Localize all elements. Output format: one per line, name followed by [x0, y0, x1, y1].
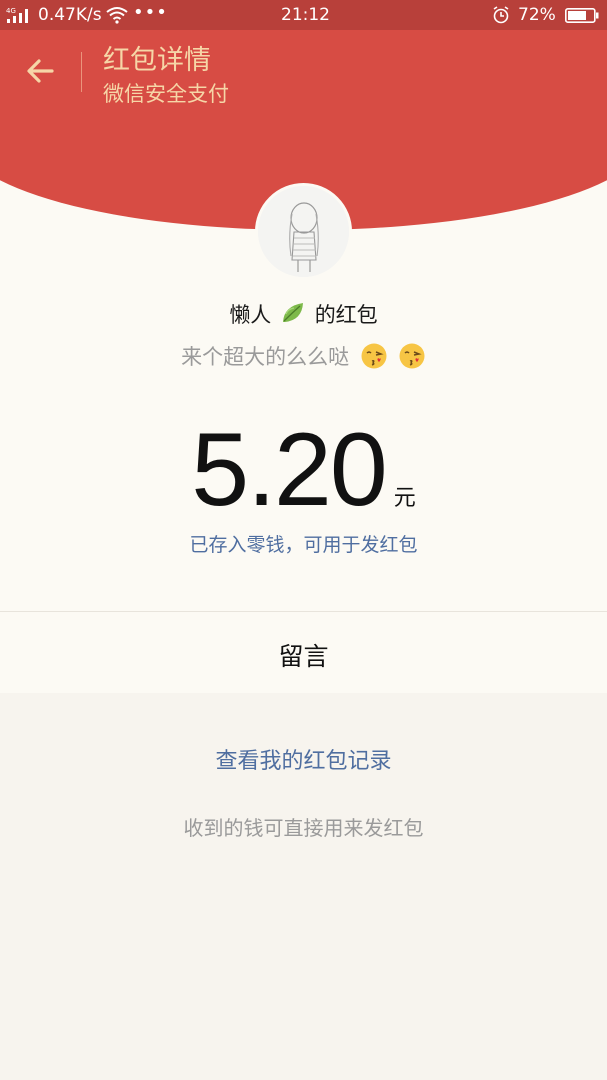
leave-message-button[interactable]: 留言 — [0, 637, 607, 673]
view-records-link[interactable]: 查看我的红包记录 — [0, 743, 607, 775]
net-speed: 0.47K/s — [38, 5, 102, 25]
amount-unit: 元 — [393, 486, 416, 511]
kiss-face-icon — [399, 343, 425, 369]
footer-note: 收到的钱可直接用来发红包 — [183, 816, 424, 840]
kiss-face-icon — [361, 343, 387, 369]
alarm-icon — [493, 6, 509, 24]
saved-to-balance-link[interactable]: 已存入零钱，可用于发红包 — [0, 530, 607, 557]
sender-line: 懒人 的红包 — [0, 299, 607, 329]
page-subtitle: 微信安全支付 — [103, 82, 229, 106]
divider — [0, 611, 607, 612]
leaf-icon — [283, 303, 303, 322]
status-bar: 4G 0.47K/s ••• 21:12 72% — [0, 0, 607, 30]
more-indicator: ••• — [133, 2, 168, 23]
page-title: 红包详情 — [103, 45, 211, 76]
wish-text: 来个超大的么么哒 — [181, 345, 350, 369]
sender-suffix: 的红包 — [314, 303, 378, 327]
avatar[interactable] — [255, 183, 352, 280]
amount-block: 5.20 元 — [0, 418, 607, 522]
wifi-icon — [106, 7, 128, 24]
wish-line: 来个超大的么么哒 — [0, 341, 607, 371]
battery-icon — [565, 8, 599, 23]
sender-name: 懒人 — [229, 303, 272, 327]
clock: 21:12 — [281, 5, 330, 25]
header-divider — [81, 52, 82, 92]
battery-percent: 72% — [518, 5, 556, 25]
arrow-left-icon[interactable] — [22, 52, 60, 90]
signal-icon: 4G — [6, 7, 28, 23]
svg-text:4G: 4G — [6, 7, 16, 15]
amount-value: 5.20 — [191, 412, 387, 528]
